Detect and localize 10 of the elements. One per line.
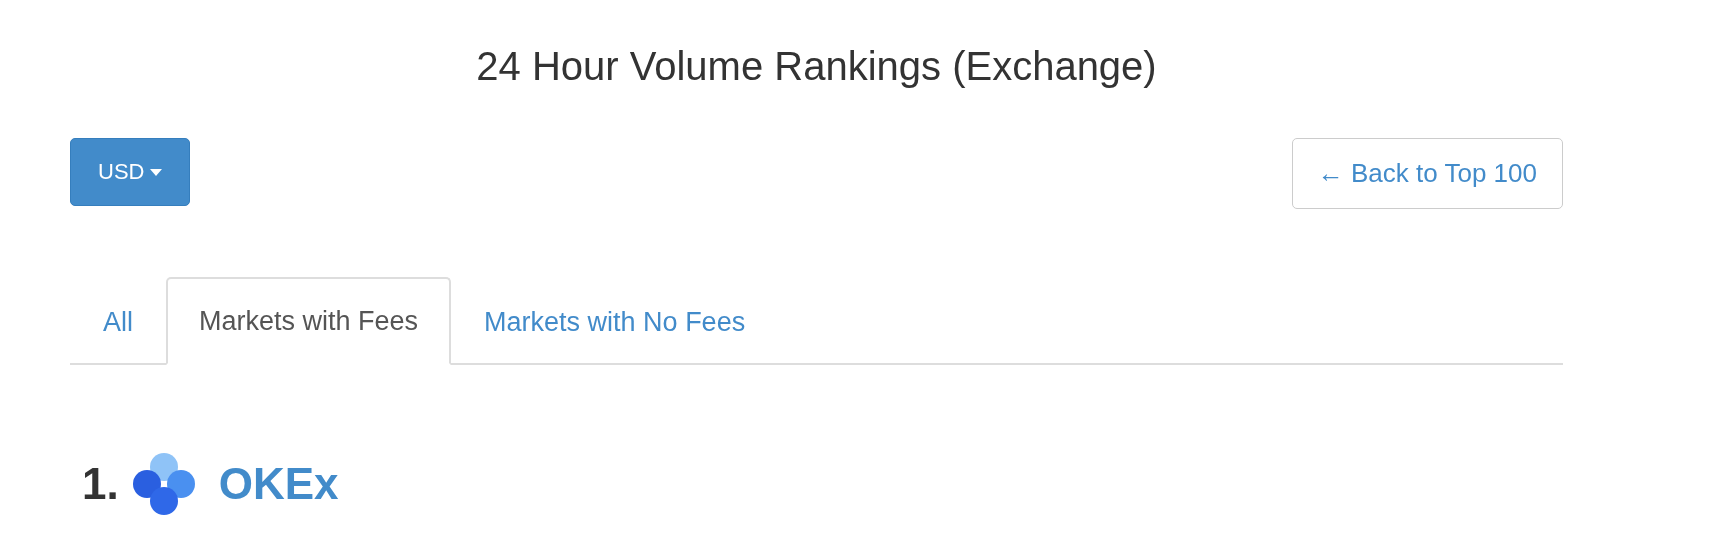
back-button[interactable]: ← Back to Top 100 — [1291, 138, 1563, 209]
tab[interactable]: Markets with No Fees — [451, 277, 779, 365]
rank-number: 1. — [82, 459, 119, 509]
tab[interactable]: All — [70, 277, 166, 365]
tab[interactable]: Markets with Fees — [166, 277, 452, 365]
exchange-link[interactable]: OKEx — [218, 459, 339, 509]
page-title: 24 Hour Volume Rankings (Exchange) — [475, 43, 1158, 90]
clover-logo-icon — [130, 451, 197, 517]
currency-dropdown[interactable]: USD — [70, 138, 191, 206]
caret-icon — [150, 168, 163, 176]
